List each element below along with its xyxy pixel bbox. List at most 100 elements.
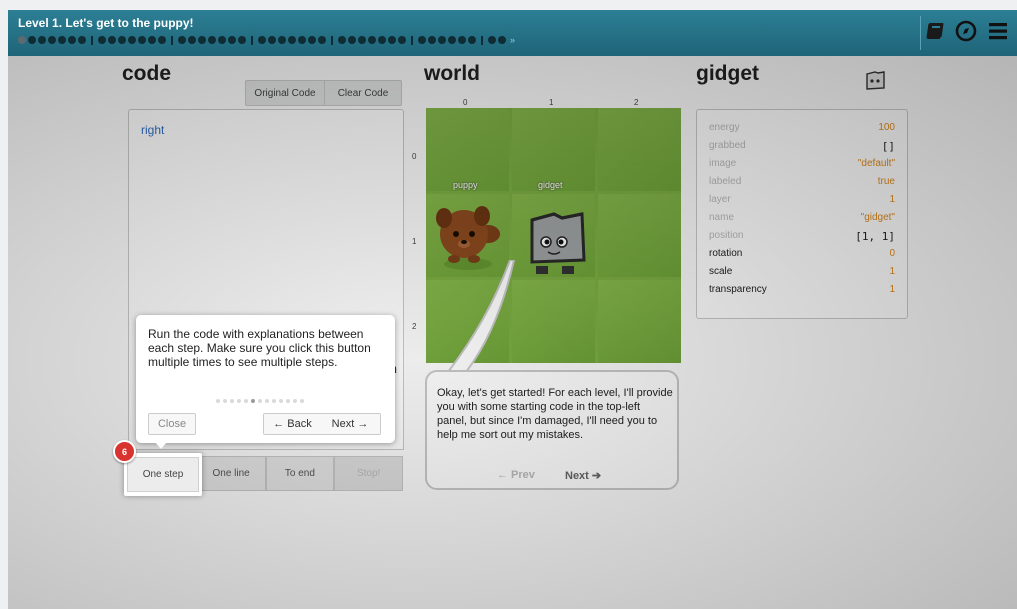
tutorial-step-dot: [300, 399, 304, 403]
property-row-labeled: labeled true: [709, 176, 895, 193]
progress-dot: [498, 36, 506, 44]
menu-icon[interactable]: [987, 20, 1009, 42]
grid-cell[interactable]: [512, 280, 595, 363]
speech-next-button[interactable]: Next ➔: [565, 469, 601, 482]
tutorial-step-dot: [223, 399, 227, 403]
progress-dot: [308, 36, 316, 44]
gidget-heading: gidget: [696, 62, 759, 85]
progress-dot: [218, 36, 226, 44]
header-bar: Level 1. Let's get to the puppy! »: [8, 10, 1017, 56]
app-frame: Level 1. Let's get to the puppy! » code …: [8, 10, 1017, 609]
progress-dot: [238, 36, 246, 44]
gidget-sprite[interactable]: [522, 204, 594, 282]
progress-dot: [208, 36, 216, 44]
property-name: energy: [709, 122, 740, 133]
grid-cell[interactable]: [598, 108, 681, 191]
progress-dot: [398, 36, 406, 44]
tutorial-close-button[interactable]: Close: [148, 413, 196, 435]
clear-code-button[interactable]: Clear Code: [325, 80, 402, 106]
property-row-position: position [1, 1]: [709, 230, 895, 247]
progress-dot: [108, 36, 116, 44]
one-step-button[interactable]: One step: [127, 457, 199, 492]
progress-dot: [338, 36, 346, 44]
header-icons: [923, 20, 1009, 42]
property-value: 0: [889, 248, 895, 259]
grid-cell[interactable]: [512, 108, 595, 191]
progress-dot: [258, 36, 266, 44]
progress-dot: [488, 36, 496, 44]
speech-prev-button: ← Prev: [497, 469, 535, 481]
property-row-name: name "gidget": [709, 212, 895, 229]
property-row-layer: layer 1: [709, 194, 895, 211]
progress-separator: [91, 35, 93, 45]
row-label: 0: [412, 152, 417, 161]
tutorial-step-dot: [293, 399, 297, 403]
tutorial-step-dot: [272, 399, 276, 403]
tutorial-text: Run the code with explanations between e…: [148, 327, 371, 369]
puppy-label: puppy: [453, 180, 478, 190]
property-name: position: [709, 230, 744, 241]
grid-cell[interactable]: [598, 280, 681, 363]
one-step-highlight[interactable]: One step: [124, 453, 202, 496]
book-icon[interactable]: [923, 20, 945, 42]
gidget-label: gidget: [538, 180, 563, 190]
progress-dot: [368, 36, 376, 44]
progress-dot: [78, 36, 86, 44]
row-label: 1: [412, 237, 417, 246]
grid-cell[interactable]: [598, 194, 681, 277]
gidget-speech-bubble: Okay, let's get started! For each level,…: [425, 370, 679, 490]
grid-cell[interactable]: [426, 108, 509, 191]
progress-dot: [288, 36, 296, 44]
progress-separator: [171, 35, 173, 45]
speech-text: Okay, let's get started! For each level,…: [437, 387, 673, 441]
property-name: rotation: [709, 248, 743, 259]
progress-dot: [438, 36, 446, 44]
progress-dot: [228, 36, 236, 44]
world-heading: world: [424, 62, 480, 85]
property-row-scale: scale 1: [709, 266, 895, 283]
progress-dot: [458, 36, 466, 44]
property-row-transparency: transparency 1: [709, 284, 895, 301]
tutorial-step-dot: [258, 399, 262, 403]
progress-dot: [348, 36, 356, 44]
property-value: "gidget": [860, 212, 895, 223]
property-name: grabbed: [709, 140, 746, 151]
to-end-button[interactable]: To end: [265, 456, 335, 491]
tutorial-step-dot: [216, 399, 220, 403]
progress-dot: [198, 36, 206, 44]
progress-separator: [481, 35, 483, 45]
property-name: name: [709, 212, 735, 223]
one-line-button[interactable]: One line: [196, 456, 266, 491]
original-code-button[interactable]: Original Code: [245, 80, 325, 106]
progress-dot: [138, 36, 146, 44]
progress-dot: [68, 36, 76, 44]
property-value: 1: [889, 266, 895, 277]
gidget-avatar-icon: [866, 71, 885, 90]
header-divider: [920, 16, 921, 50]
level-progress: »: [18, 35, 515, 45]
property-name: image: [709, 158, 737, 169]
code-line[interactable]: right: [141, 123, 164, 137]
progress-dot: [378, 36, 386, 44]
tutorial-step-dot: [244, 399, 248, 403]
property-value: []: [881, 140, 895, 153]
tutorial-next-button[interactable]: Next →: [320, 413, 381, 435]
column-label: 2: [634, 98, 639, 107]
property-row-grabbed: grabbed []: [709, 140, 895, 157]
progress-dot: [18, 36, 26, 44]
progress-dot: [148, 36, 156, 44]
progress-dot: [98, 36, 106, 44]
progress-end-marker: »: [510, 35, 516, 45]
progress-separator: [411, 35, 413, 45]
progress-dot: [388, 36, 396, 44]
progress-dot: [298, 36, 306, 44]
tutorial-back-button[interactable]: ← Back: [263, 413, 322, 435]
level-title: Level 1. Let's get to the puppy!: [18, 16, 194, 30]
step-badge: 6: [113, 440, 136, 463]
compass-icon[interactable]: [955, 20, 977, 42]
progress-dot: [58, 36, 66, 44]
row-label: 2: [412, 322, 417, 331]
column-label: 0: [463, 98, 468, 107]
progress-dot: [468, 36, 476, 44]
property-name: scale: [709, 266, 733, 277]
